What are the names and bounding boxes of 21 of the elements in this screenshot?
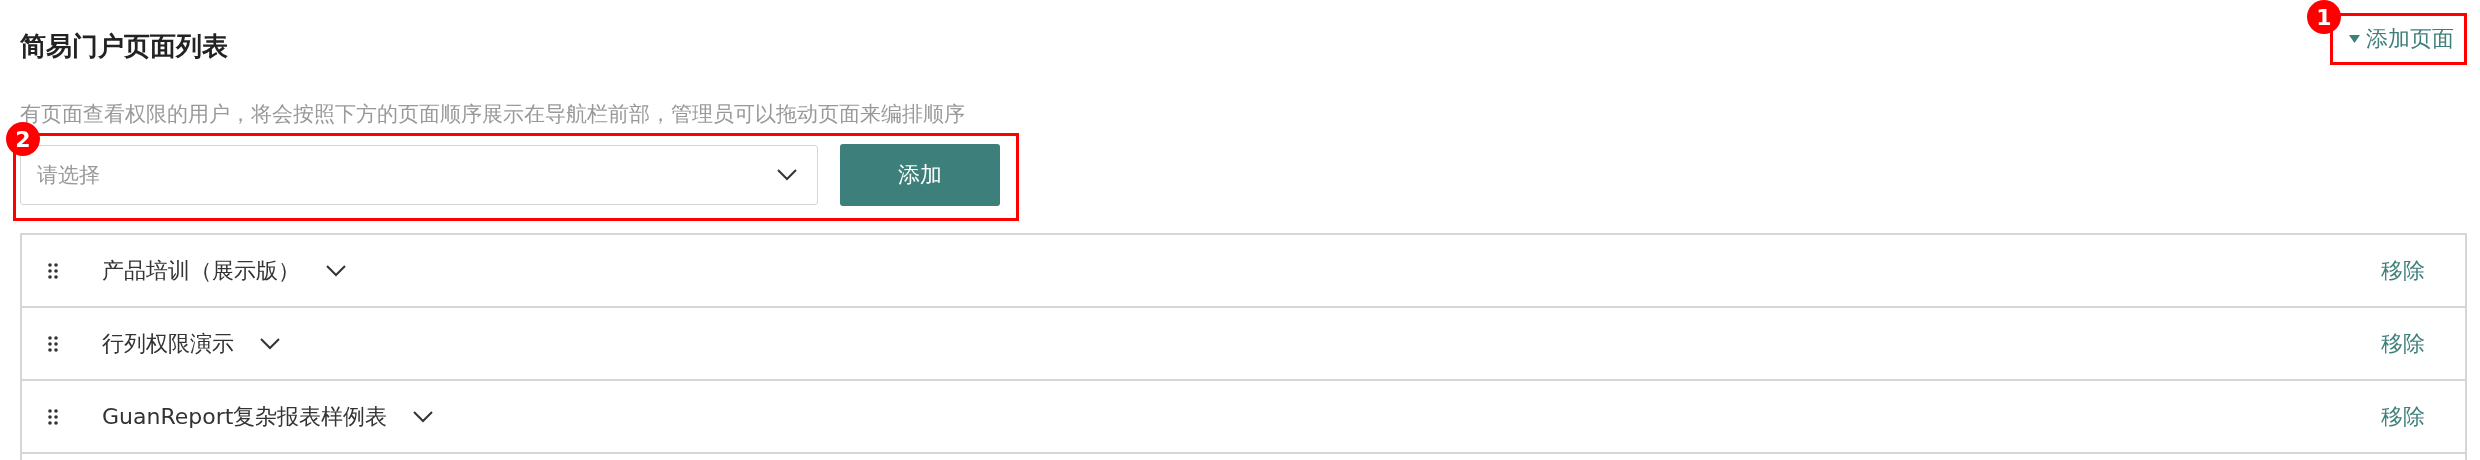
page-title: 简易门户页面列表	[20, 30, 228, 62]
drag-handle-icon[interactable]	[48, 262, 58, 279]
add-page-link[interactable]: 添加页面	[2349, 24, 2454, 54]
chevron-down-icon	[777, 169, 797, 181]
page-row[interactable]: 产品培训（展示版） 移除	[22, 235, 2465, 308]
remove-link[interactable]: 移除	[2381, 255, 2425, 286]
caret-icon	[2349, 35, 2360, 43]
page-name: GuanReport复杂报表样例表	[102, 402, 388, 431]
callout-number: 1	[2307, 0, 2341, 34]
remove-link[interactable]: 移除	[2381, 401, 2425, 432]
chevron-down-icon[interactable]	[413, 410, 434, 423]
chevron-down-icon[interactable]	[326, 264, 346, 277]
page-name: 产品培训（展示版）	[102, 256, 300, 285]
drag-handle-icon[interactable]	[48, 408, 58, 425]
drag-handle-icon[interactable]	[48, 335, 58, 352]
page-row[interactable]: 行列权限演示 移除	[22, 308, 2465, 381]
chevron-down-icon[interactable]	[260, 337, 280, 350]
page-name: 行列权限演示	[102, 329, 234, 358]
page-row[interactable]: GuanReport复杂报表样例表 移除	[22, 381, 2465, 454]
remove-link[interactable]: 移除	[2381, 328, 2425, 359]
add-button[interactable]: 添加	[840, 144, 1000, 206]
